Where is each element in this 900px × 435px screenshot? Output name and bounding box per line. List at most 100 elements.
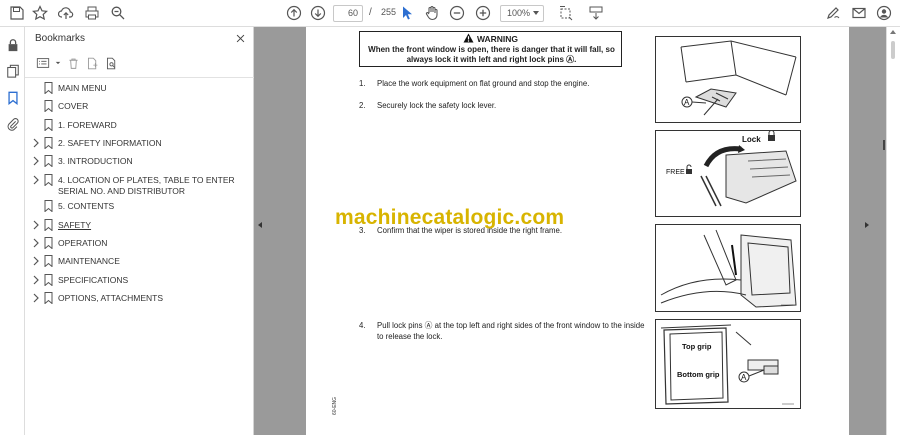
bookmark-label: 2. SAFETY INFORMATION <box>58 138 162 148</box>
zoom-search-icon[interactable] <box>107 3 129 23</box>
options-menu-icon[interactable] <box>35 55 51 71</box>
bookmark-label: 4. LOCATION OF PLATES, TABLE TO ENTER SE… <box>58 175 235 196</box>
lock-icon[interactable] <box>4 36 21 53</box>
page-number-input[interactable]: 60 <box>333 5 363 22</box>
bookmark-item-introduction[interactable]: 3. INTRODUCTION <box>25 153 254 171</box>
page-thumbnails-icon[interactable] <box>4 62 21 79</box>
page-side-code: 60-ENG <box>332 396 338 415</box>
chevron-right-icon[interactable] <box>32 275 40 285</box>
bookmark-ribbon-icon <box>44 82 53 94</box>
chevron-right-icon[interactable] <box>32 156 40 166</box>
figure-front-window-lock-pin: A <box>655 36 801 123</box>
bookmark-item-location-of-plates[interactable]: 4. LOCATION OF PLATES, TABLE TO ENTER SE… <box>25 172 254 198</box>
email-icon[interactable] <box>848 3 870 23</box>
zoom-out-icon[interactable] <box>446 3 468 23</box>
bookmark-item-options-attachments[interactable]: OPTIONS, ATTACHMENTS <box>25 290 254 308</box>
figure-safety-lock-lever: Lock FREE <box>655 130 801 217</box>
zoom-level-value: 100% <box>507 8 531 18</box>
chevron-down-icon[interactable] <box>50 55 66 71</box>
bookmark-ribbon-icon <box>44 174 53 186</box>
page-fit-icon[interactable] <box>555 3 577 23</box>
step-text: Securely lock the safety lock lever. <box>377 101 497 110</box>
bookmark-label: OPERATION <box>58 238 108 248</box>
bookmark-ribbon-icon <box>44 137 53 149</box>
panel-resize-handle[interactable] <box>883 140 885 150</box>
right-scroll-rail <box>886 27 900 435</box>
figure-label-lock: Lock <box>742 135 761 144</box>
bookmark-ribbon-icon <box>44 237 53 249</box>
bookmark-ribbon-icon <box>44 100 53 112</box>
zoom-in-icon[interactable] <box>472 3 494 23</box>
bookmark-item-contents[interactable]: 5. CONTENTS <box>25 198 254 216</box>
save-icon[interactable] <box>6 3 28 23</box>
bookmark-label: MAINTENANCE <box>58 256 120 266</box>
bookmark-item-cover[interactable]: COVER <box>25 98 254 116</box>
close-icon[interactable] <box>232 30 248 46</box>
zoom-level-select[interactable]: 100% <box>500 5 544 22</box>
chevron-right-icon[interactable] <box>32 238 40 248</box>
bookmark-ribbon-icon <box>44 155 53 167</box>
bookmark-item-maintenance[interactable]: MAINTENANCE <box>25 253 254 271</box>
step-number: 2. <box>359 101 366 110</box>
page-total: 255 <box>381 7 397 17</box>
bookmarks-icon[interactable] <box>4 89 21 106</box>
bookmark-item-foreward[interactable]: 1. FOREWARD <box>25 117 254 135</box>
collapse-panel-arrow-icon[interactable] <box>258 222 262 228</box>
previous-page-icon[interactable] <box>283 3 305 23</box>
upload-cloud-icon[interactable] <box>55 3 77 23</box>
new-bookmark-icon[interactable] <box>84 55 100 71</box>
scroll-up-arrow-icon[interactable] <box>890 30 896 34</box>
figure-label-bottom-grip: Bottom grip <box>677 370 720 379</box>
bookmark-star-icon[interactable] <box>29 3 51 23</box>
left-navigation-rail <box>0 27 25 435</box>
bookmarks-panel: Bookmarks MAIN MENU COVER 1. FOREWARD 2.… <box>25 27 254 435</box>
chevron-down-icon <box>533 11 539 15</box>
sign-pen-icon[interactable] <box>822 3 844 23</box>
bookmark-label: 3. INTRODUCTION <box>58 156 133 166</box>
select-cursor-icon[interactable] <box>396 3 418 23</box>
warning-heading: WARNING <box>360 33 621 44</box>
next-page-icon[interactable] <box>307 3 329 23</box>
bookmark-item-safety-information[interactable]: 2. SAFETY INFORMATION <box>25 135 254 153</box>
watermark-text: machinecatalogic.com <box>335 206 565 229</box>
step-number: 4. <box>359 321 366 330</box>
figure-label-top-grip: Top grip <box>682 342 712 351</box>
bookmark-item-safety[interactable]: SAFETY <box>25 217 254 235</box>
chevron-right-icon[interactable] <box>32 175 40 185</box>
bookmark-ribbon-icon <box>44 219 53 231</box>
warning-box: WARNING When the front window is open, t… <box>359 31 622 67</box>
figure-label-a: A <box>741 373 747 382</box>
chevron-right-icon[interactable] <box>32 293 40 303</box>
step-text: Pull lock pins Ⓐ at the top left and rig… <box>377 321 645 341</box>
pdf-page: WARNING When the front window is open, t… <box>306 27 849 435</box>
bookmark-ribbon-icon <box>44 200 53 212</box>
bookmark-label: SAFETY <box>58 220 92 230</box>
chevron-right-icon[interactable] <box>32 138 40 148</box>
delete-bookmark-icon[interactable] <box>65 55 81 71</box>
figure-label-free: FREE <box>666 169 685 176</box>
bookmark-ribbon-icon <box>44 255 53 267</box>
account-icon[interactable] <box>873 3 895 23</box>
vertical-scrollbar-thumb[interactable] <box>891 41 895 59</box>
bookmark-item-operation[interactable]: OPERATION <box>25 235 254 253</box>
bookmark-label: MAIN MENU <box>58 83 107 93</box>
bookmark-label: OPTIONS, ATTACHMENTS <box>58 293 163 303</box>
scroll-mode-icon[interactable] <box>585 3 607 23</box>
bookmark-item-specifications[interactable]: SPECIFICATIONS <box>25 272 254 290</box>
page-separator: / <box>369 7 372 18</box>
attachment-paperclip-icon[interactable] <box>4 115 21 132</box>
bookmark-label: COVER <box>58 101 89 111</box>
expand-panel-arrow-icon[interactable] <box>865 222 869 228</box>
bookmark-label: SPECIFICATIONS <box>58 275 129 285</box>
print-icon[interactable] <box>81 3 103 23</box>
bookmark-item-main-menu[interactable]: MAIN MENU <box>25 80 254 98</box>
chevron-right-icon[interactable] <box>32 220 40 230</box>
divider <box>25 77 254 78</box>
hand-tool-icon[interactable] <box>421 3 443 23</box>
figure-wiper-stored <box>655 224 801 312</box>
top-toolbar: 60 / 255 100% <box>0 0 900 27</box>
warning-triangle-icon <box>463 33 474 43</box>
chevron-right-icon[interactable] <box>32 256 40 266</box>
warning-text: When the front window is open, there is … <box>368 45 615 64</box>
find-bookmark-icon[interactable] <box>103 55 119 71</box>
